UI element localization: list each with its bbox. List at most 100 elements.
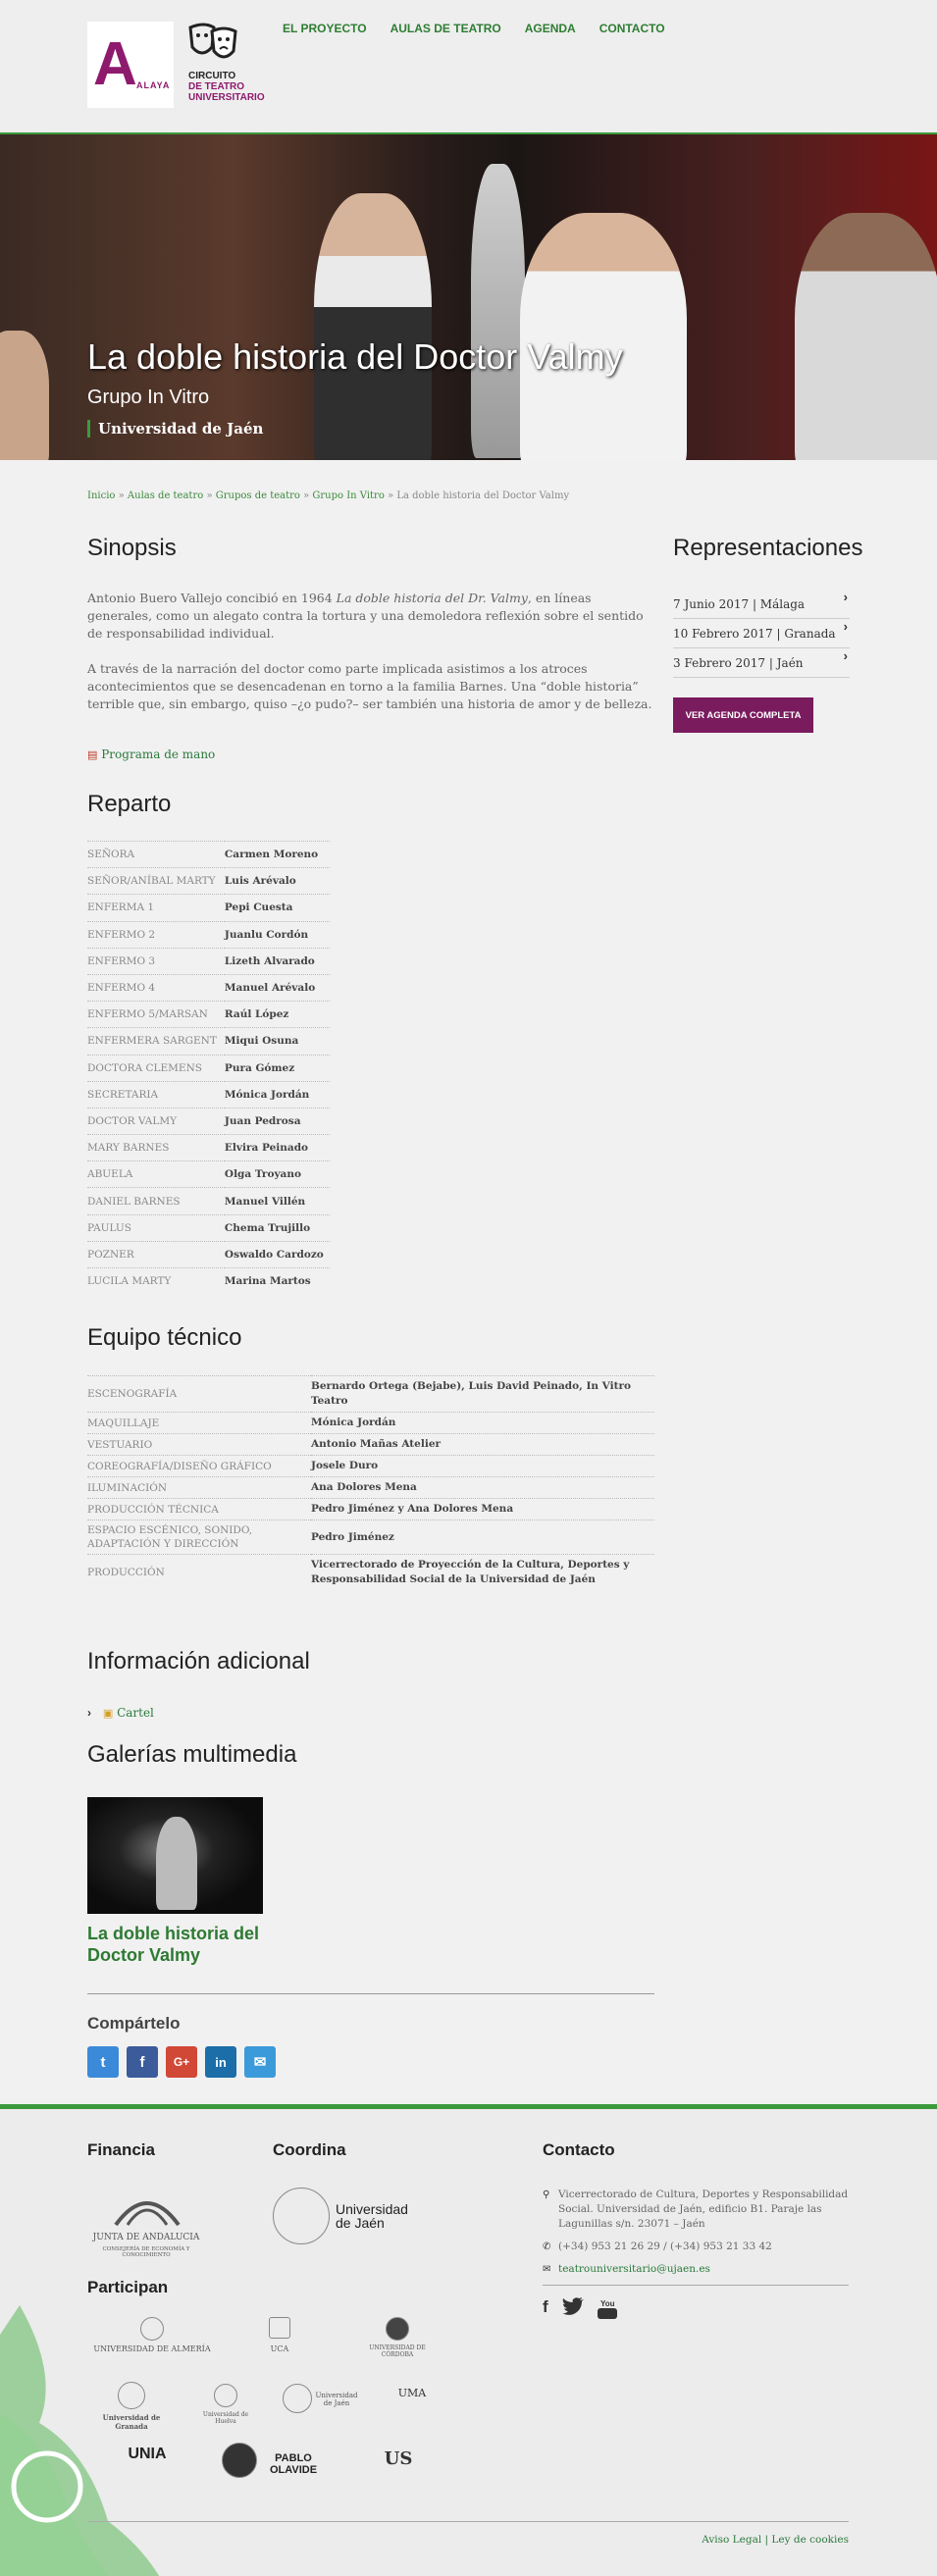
credit-role: ENFERMA 1: [87, 894, 225, 922]
credit-name: Miqui Osuna: [224, 1027, 330, 1055]
svg-text:You: You: [600, 2299, 615, 2308]
breadcrumb-separator: »: [384, 490, 397, 501]
cordoba-seal-icon[interactable]: [386, 2317, 409, 2341]
jaen-seal-icon[interactable]: [283, 2384, 312, 2413]
cartel-link-text[interactable]: Cartel: [117, 1706, 154, 1720]
almeria-seal-icon[interactable]: [140, 2317, 164, 2341]
credit-name: Marina Martos: [224, 1266, 330, 1295]
representacion-label: 3 Febrero 2017 | Jaén: [673, 656, 804, 670]
nav-aulas-de-teatro[interactable]: AULAS DE TEATRO: [390, 22, 501, 35]
hero-banner: La doble historia del Doctor Valmy Grupo…: [0, 134, 937, 460]
junta-logo-sub: CONSEJERÍA DE ECONOMÍA Y CONOCIMIENTO: [102, 2246, 190, 2258]
representacion-item[interactable]: 10 Febrero 2017 | Granada ›: [673, 619, 850, 648]
circuito-logo[interactable]: CIRCUITO DE TEATRO UNIVERSITARIO: [186, 22, 275, 110]
credit-row: MARY BARNES Elvira Peinado: [87, 1134, 330, 1161]
credit-name: Manuel Villén: [224, 1187, 330, 1215]
credit-name: Juanlu Cordón: [224, 920, 330, 949]
breadcrumb-link[interactable]: Grupos de teatro: [216, 490, 300, 501]
alaya-logo[interactable]: A ALAYA: [87, 22, 174, 108]
credit-name: Raúl López: [224, 1001, 330, 1028]
legal-link[interactable]: Aviso Legal | Ley de cookies: [702, 2534, 849, 2546]
ujaen-logo-text: Universidad de Jaén: [336, 2201, 408, 2231]
ver-agenda-button[interactable]: VER AGENDA COMPLETA: [673, 697, 813, 733]
section-title: Equipo técnico: [87, 1324, 242, 1351]
credit-name: Pura Gómez: [224, 1054, 330, 1082]
reparto-table: SEÑORA Carmen Moreno SEÑOR/ANÍBAL MARTY Lui…: [87, 840, 330, 1295]
olavide-emblem-icon[interactable]: [222, 2443, 257, 2478]
actor-figure: [314, 193, 432, 460]
legal-links[interactable]: Aviso Legal | Ley de cookies: [702, 2534, 849, 2546]
credit-role: PRODUCCIÓN: [87, 1554, 311, 1590]
credit-row: ENFERMERA SARGENT Miqui Osuna: [87, 1027, 330, 1055]
credit-name: Oswaldo Cardozo: [224, 1240, 330, 1268]
gallery-caption[interactable]: La doble historia del Doctor Valmy: [87, 1923, 274, 1966]
cartel-link[interactable]: › ▣ Cartel: [87, 1706, 154, 1720]
credit-row: DANIEL BARNES Manuel Villén: [87, 1187, 330, 1215]
twitter-icon[interactable]: [561, 2297, 584, 2315]
nav-contacto[interactable]: CONTACTO: [599, 22, 665, 35]
breadcrumb-separator: »: [203, 490, 216, 501]
credit-row: POZNER Oswaldo Cardozo: [87, 1240, 330, 1268]
representaciones-section: Representaciones 7 Junio 2017 | Málaga › …: [673, 535, 863, 678]
sinopsis-paragraph: Antonio Buero Vallejo concibió en 1964 L…: [87, 590, 656, 643]
representacion-item[interactable]: 3 Febrero 2017 | Jaén ›: [673, 648, 850, 678]
twitter-share-button[interactable]: t: [87, 2046, 119, 2078]
chevron-right-icon: ›: [843, 590, 848, 604]
credit-row: ESCENOGRAFÍA Bernardo Ortega (Bejabe), Lu…: [87, 1375, 654, 1413]
nav-agenda[interactable]: AGENDA: [525, 22, 576, 35]
credit-row: ABUELA Olga Troyano: [87, 1160, 330, 1188]
huelva-seal-icon[interactable]: [214, 2384, 237, 2407]
phone-text: (+34) 953 21 26 29 / (+34) 953 21 33 42: [558, 2241, 772, 2252]
us-logo[interactable]: US: [377, 2448, 420, 2469]
section-title: Galerías multimedia: [87, 1741, 297, 1768]
sinopsis-section: Sinopsis Antonio Buero Vallejo concibió …: [87, 535, 656, 713]
granada-seal-icon[interactable]: [118, 2382, 145, 2409]
facebook-share-button[interactable]: f: [127, 2046, 158, 2078]
youtube-icon[interactable]: You: [597, 2297, 617, 2319]
email-link[interactable]: teatrouniversitario@ujaen.es: [558, 2263, 710, 2275]
uca-logo-icon[interactable]: [269, 2317, 290, 2339]
ujaen-seal-icon[interactable]: [273, 2188, 330, 2244]
footer-heading: Coordina: [273, 2140, 346, 2159]
breadcrumb-link[interactable]: Grupo In Vitro: [312, 490, 384, 501]
pdf-icon: ▤: [87, 748, 98, 761]
credit-name: Carmen Moreno: [224, 840, 330, 868]
representacion-label: 7 Junio 2017 | Málaga: [673, 597, 806, 611]
google-plus-share-button[interactable]: G+: [166, 2046, 197, 2078]
junta-andalucia-logo[interactable]: [108, 2188, 186, 2227]
phone-icon: ✆: [543, 2241, 551, 2252]
unia-logo[interactable]: UNIA: [128, 2446, 167, 2463]
credit-name: Lizeth Alvarado: [224, 947, 330, 975]
credit-row: ENFERMO 5/MARSAN Raúl López: [87, 1001, 330, 1028]
credit-name: Josele Duro: [311, 1455, 654, 1477]
contact-block: ⚲ Vicerrectorado de Cultura, Deportes y R…: [543, 2188, 849, 2286]
junta-logo-text: JUNTA DE ANDALUCIA: [92, 2233, 200, 2242]
gallery-thumbnail[interactable]: [87, 1797, 263, 1914]
envelope-icon: ✉: [543, 2264, 551, 2275]
credit-role: COREOGRAFÍA/DISEÑO GRÁFICO: [87, 1455, 311, 1477]
credit-row: MAQUILLAJE Mónica Jordán: [87, 1412, 654, 1434]
nav-el-proyecto[interactable]: EL PROYECTO: [283, 22, 367, 35]
uma-logo[interactable]: UMA: [392, 2387, 432, 2399]
work-title: La doble historia del Dr. Valmy: [336, 591, 528, 605]
decorative-splash: [0, 2305, 160, 2576]
programa-link-text[interactable]: Programa de mano: [101, 747, 215, 761]
breadcrumb-link[interactable]: Aulas de teatro: [128, 490, 203, 501]
credit-role: MAQUILLAJE: [87, 1412, 311, 1434]
section-title: Representaciones: [673, 535, 863, 561]
logo-letter: A: [93, 30, 137, 98]
credit-name: Mónica Jordán: [224, 1080, 330, 1108]
programa-link[interactable]: ▤ Programa de mano: [87, 747, 215, 761]
credit-role: ESPACIO ESCÉNICO, SONIDO, ADAPTACIÓN Y D…: [87, 1520, 311, 1555]
breadcrumb-link[interactable]: Inicio: [87, 490, 115, 501]
facebook-icon[interactable]: f: [543, 2297, 548, 2319]
uni-label: Universidad de Jaén: [315, 2392, 358, 2407]
equipo-section: Equipo técnico ESCENOGRAFÍA Bernardo Orte…: [87, 1324, 654, 1590]
linkedin-share-button[interactable]: in: [205, 2046, 236, 2078]
representacion-item[interactable]: 7 Junio 2017 | Málaga ›: [673, 590, 850, 619]
olavide-logo-text: PABLO OLAVIDE: [269, 2452, 318, 2476]
email-share-button[interactable]: ✉: [244, 2046, 276, 2078]
uni-label: Universidad de Granada: [102, 2413, 161, 2431]
credit-role: ILUMINACIÓN: [87, 1476, 311, 1499]
circuito-logo-text: CIRCUITO DE TEATRO UNIVERSITARIO: [188, 71, 265, 103]
